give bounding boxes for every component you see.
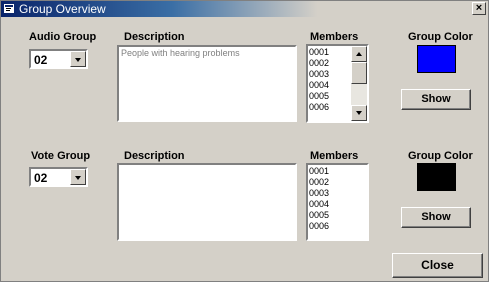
- audio-description-field[interactable]: People with hearing problems: [117, 45, 297, 122]
- scroll-down-icon: [356, 111, 362, 115]
- audio-group-select[interactable]: 02: [29, 49, 88, 69]
- vote-description-field[interactable]: [117, 163, 297, 241]
- list-item[interactable]: 0005: [309, 91, 329, 102]
- list-item[interactable]: 0004: [309, 199, 329, 210]
- list-item[interactable]: 0005: [309, 210, 329, 221]
- list-item[interactable]: 0002: [309, 177, 329, 188]
- list-item[interactable]: 0006: [309, 221, 329, 232]
- audio-members-scrollbar[interactable]: [351, 46, 367, 121]
- window-close-button[interactable]: ×: [472, 2, 486, 15]
- window-app-icon: [4, 4, 14, 13]
- audio-group-dropdown-button[interactable]: [70, 51, 86, 67]
- audio-members-list[interactable]: 0001 0002 0003 0004 0005 0006: [306, 44, 369, 123]
- vote-description-label: Description: [124, 150, 185, 162]
- audio-group-value: 02: [34, 53, 48, 67]
- vote-color-swatch: [417, 163, 456, 191]
- audio-group-label: Audio Group: [29, 31, 97, 43]
- audio-color-swatch: [417, 45, 456, 73]
- list-item[interactable]: 0003: [309, 69, 329, 80]
- list-item[interactable]: 0003: [309, 188, 329, 199]
- vote-color-label: Group Color: [408, 150, 473, 162]
- audio-members-label: Members: [310, 31, 359, 43]
- audio-description-label: Description: [124, 31, 185, 43]
- vote-group-value: 02: [34, 171, 48, 185]
- title-bar[interactable]: Group Overview ×: [1, 1, 488, 17]
- scroll-thumb[interactable]: [351, 62, 367, 84]
- scroll-up-button[interactable]: [351, 46, 367, 62]
- group-overview-window: Group Overview × Audio Group 02 Descript…: [0, 0, 489, 282]
- vote-show-button[interactable]: Show: [401, 207, 471, 228]
- chevron-down-icon: [75, 58, 81, 62]
- vote-members-list[interactable]: 0001 0002 0003 0004 0005 0006: [306, 163, 369, 241]
- list-item[interactable]: 0001: [309, 47, 329, 58]
- list-item[interactable]: 0004: [309, 80, 329, 91]
- audio-color-label: Group Color: [408, 31, 473, 43]
- vote-group-select[interactable]: 02: [29, 167, 88, 187]
- vote-members-label: Members: [310, 150, 359, 162]
- chevron-down-icon: [75, 176, 81, 180]
- vote-group-label: Vote Group: [31, 150, 91, 162]
- vote-group-dropdown-button[interactable]: [70, 169, 86, 185]
- audio-description-text: People with hearing problems: [121, 48, 240, 58]
- close-button[interactable]: Close: [392, 253, 483, 278]
- list-item[interactable]: 0002: [309, 58, 329, 69]
- window-title: Group Overview: [19, 2, 106, 16]
- scroll-down-button[interactable]: [351, 105, 367, 121]
- scroll-up-icon: [356, 52, 362, 56]
- list-item[interactable]: 0001: [309, 166, 329, 177]
- list-item[interactable]: 0006: [309, 102, 329, 113]
- audio-show-button[interactable]: Show: [401, 89, 471, 110]
